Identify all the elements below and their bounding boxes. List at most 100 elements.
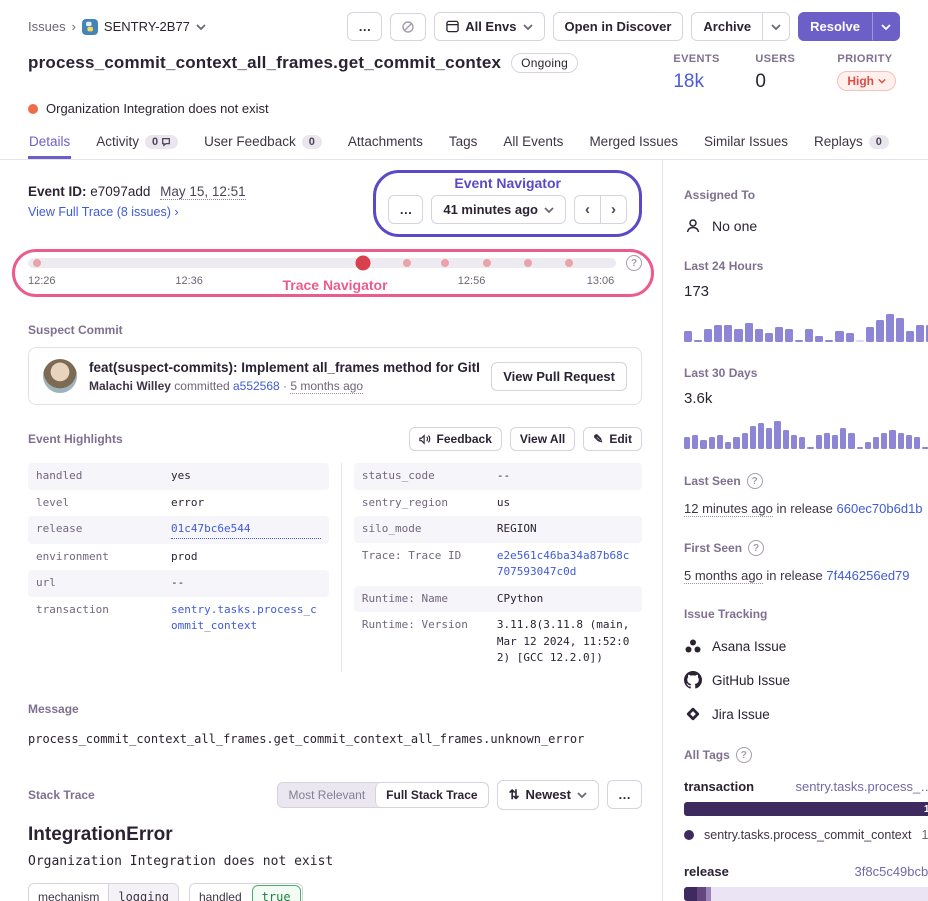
tab-all-events[interactable]: All Events	[502, 126, 564, 159]
trace-tick-label: 13:06	[587, 275, 615, 287]
more-actions-button[interactable]: …	[347, 12, 382, 41]
commit-sha-link[interactable]: a552568	[233, 379, 280, 393]
highlight-value[interactable]: 01c47bc6e544	[171, 521, 321, 539]
trace-tick-label: 12:56	[458, 275, 486, 287]
event-more-button[interactable]: …	[388, 195, 423, 224]
issue-tabs: Details Activity0 User Feedback0 Attachment…	[0, 126, 928, 160]
event-count-bar	[848, 433, 854, 449]
last-seen-age: 12 minutes ago	[684, 501, 773, 517]
trace-event-dot[interactable]	[403, 259, 411, 267]
event-age-dropdown[interactable]: 41 minutes ago	[431, 195, 566, 224]
view-pull-request-button[interactable]: View Pull Request	[491, 362, 627, 391]
highlight-key: release	[36, 521, 171, 539]
tab-activity[interactable]: Activity0	[95, 126, 179, 159]
highlight-row: Runtime: NameCPython	[354, 586, 642, 613]
tab-badge: 0	[869, 135, 889, 149]
resolve-button[interactable]: Resolve	[798, 12, 872, 41]
tag-header[interactable]: release3f8c5c49bcb3	[684, 864, 928, 879]
event-count-bar	[889, 430, 895, 449]
event-count-bar	[725, 442, 731, 449]
sort-newest-dropdown[interactable]: ⇅ Newest	[497, 780, 599, 810]
help-icon[interactable]: ?	[736, 747, 752, 763]
commit-info: feat(suspect-commits): Implement all_fra…	[89, 360, 479, 393]
tag-header[interactable]: transactionsentry.tasks.process_com…	[684, 779, 928, 794]
highlight-value: --	[497, 468, 634, 485]
assigned-to-heading: Assigned To	[684, 188, 755, 202]
highlight-value[interactable]: sentry.tasks.process_commit_context	[171, 602, 321, 635]
highlight-value: 3.11.8(3.11.8 (main, Mar 12 2024, 11:52:…	[497, 617, 634, 667]
trace-event-dot[interactable]	[33, 259, 41, 267]
first-seen-release-link[interactable]: 7f446256ed79	[826, 568, 909, 583]
highlight-value[interactable]: e2e561c46ba34a87b68c707593047c0d	[497, 548, 634, 581]
events-count[interactable]: 18k	[673, 71, 725, 93]
trace-event-dot[interactable]	[524, 259, 532, 267]
users-count[interactable]: 0	[755, 71, 807, 93]
last-seen-release-link[interactable]: 660ec70b6d1b	[837, 501, 923, 516]
breadcrumb-issues-link[interactable]: Issues	[28, 19, 66, 34]
highlight-row: Trace: Trace IDe2e561c46ba34a87b68c70759…	[354, 543, 642, 586]
event-count-bar	[774, 421, 780, 449]
trace-event-dot[interactable]	[565, 259, 573, 267]
previous-event-button[interactable]: ‹	[574, 195, 601, 224]
view-all-button[interactable]: View All	[510, 427, 575, 451]
tab-label: Tags	[449, 134, 478, 149]
resolve-dropdown-button[interactable]	[872, 12, 900, 41]
jira-icon	[684, 705, 702, 723]
tab-user-feedback[interactable]: User Feedback0	[203, 126, 323, 159]
tag-distribution-bar[interactable]	[684, 887, 928, 901]
event-navigator: … 41 minutes ago ‹ ›	[388, 195, 627, 224]
pencil-icon: ✎	[593, 432, 603, 446]
assignee-selector[interactable]: No one	[684, 217, 928, 235]
mute-bell-button[interactable]	[390, 13, 426, 41]
substatus-badge: Ongoing	[511, 53, 578, 73]
trace-event-dot[interactable]	[441, 259, 449, 267]
priority-badge[interactable]: High	[837, 71, 896, 91]
archive-button[interactable]: Archive	[691, 12, 763, 41]
event-highlights-heading: Event Highlights	[28, 432, 123, 446]
last-seen-heading: Last Seen	[684, 474, 741, 488]
suspect-commit-card: feat(suspect-commits): Implement all_fra…	[28, 347, 642, 405]
tab-replays[interactable]: Replays 0	[813, 126, 890, 159]
open-in-discover-button[interactable]: Open in Discover	[553, 12, 684, 41]
event-count-bar	[825, 340, 833, 342]
event-timestamp: May 15, 12:51	[160, 184, 246, 200]
stat-users: USERS 0	[755, 53, 807, 93]
last-24-hours-count: 173	[684, 283, 928, 300]
event-count-bar	[684, 331, 692, 342]
toggle-most-relevant[interactable]: Most Relevant	[278, 783, 375, 807]
trace-current-event-dot[interactable]	[356, 256, 371, 271]
tab-tags[interactable]: Tags	[448, 126, 479, 159]
tag-legend-row[interactable]: sentry.tasks.process_commit_context100%	[684, 828, 928, 842]
help-icon[interactable]: ?	[747, 473, 763, 489]
stack-more-button[interactable]: …	[607, 780, 642, 809]
environment-filter-button[interactable]: All Envs	[434, 12, 544, 41]
archive-dropdown-button[interactable]	[763, 12, 790, 41]
tab-attachments[interactable]: Attachments	[347, 126, 424, 159]
feedback-button[interactable]: Feedback	[409, 427, 502, 451]
highlight-key: silo_mode	[362, 521, 497, 538]
tab-label: Replays	[814, 134, 863, 149]
view-full-trace-link[interactable]: View Full Trace (8 issues) ›	[28, 205, 246, 219]
trace-help-icon[interactable]: ?	[626, 255, 642, 271]
chevron-down-icon	[523, 24, 533, 30]
event-count-bar	[765, 333, 773, 342]
help-icon[interactable]: ?	[748, 540, 764, 556]
event-id-value[interactable]: e7097add	[90, 184, 150, 199]
breadcrumb: Issues › SENTRY-2B77	[28, 19, 206, 35]
trace-track[interactable]	[28, 258, 616, 268]
breadcrumb-project[interactable]: SENTRY-2B77	[104, 19, 190, 34]
tab-details[interactable]: Details	[28, 126, 71, 159]
tab-merged-issues[interactable]: Merged Issues	[588, 126, 679, 159]
event-count-bar	[922, 447, 928, 449]
trace-event-dot[interactable]	[483, 259, 491, 267]
event-count-bar	[775, 327, 783, 342]
tab-similar-issues[interactable]: Similar Issues	[703, 126, 789, 159]
toggle-full-stack-trace[interactable]: Full Stack Trace	[375, 783, 487, 807]
next-event-button[interactable]: ›	[601, 195, 627, 224]
tag-distribution-bar[interactable]: 100%	[684, 802, 928, 816]
highlight-row: handledyes	[28, 463, 329, 490]
commit-author-avatar	[43, 359, 77, 393]
event-count-bar	[692, 435, 698, 449]
event-navigator-label: Event Navigator	[388, 175, 627, 191]
edit-button[interactable]: ✎ Edit	[583, 427, 642, 451]
